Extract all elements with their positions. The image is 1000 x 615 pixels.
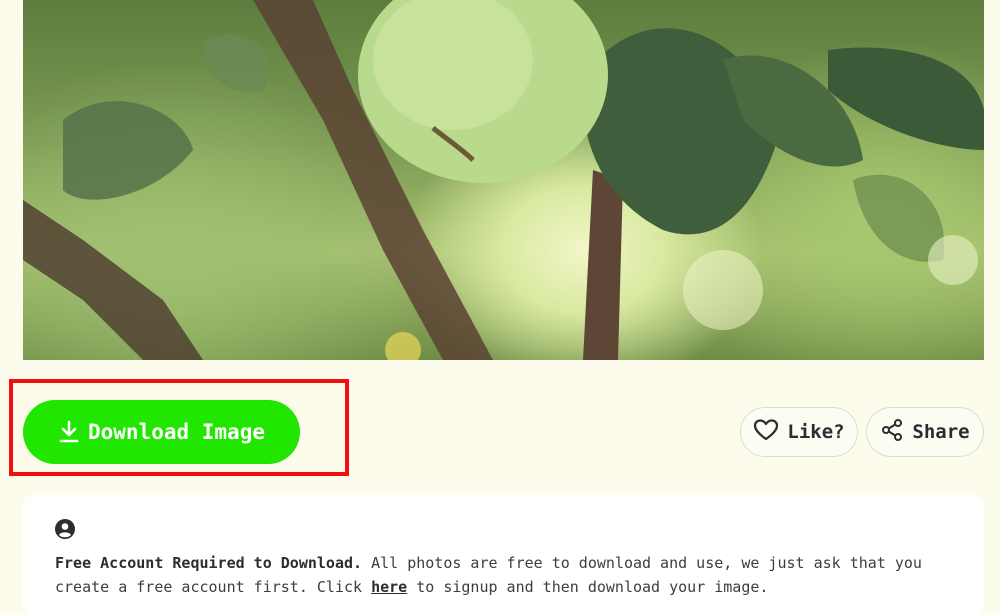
download-image-label: Download Image [87,420,265,444]
share-button[interactable]: Share [866,407,984,457]
account-notice-card: Free Account Required to Download. All p… [23,495,984,615]
share-label: Share [912,421,970,443]
heart-icon [753,418,779,447]
notice-title: Free Account Required to Download. [55,554,363,572]
notice-text-after: to signup and then download your image. [407,578,769,596]
apple-tree-image [23,0,984,360]
share-icon [880,418,904,447]
account-notice-text: Free Account Required to Download. All p… [55,551,955,599]
download-icon [58,420,80,444]
account-icon [55,519,75,543]
like-label: Like? [787,421,845,443]
download-image-button[interactable]: Download Image [23,400,300,464]
photo [23,0,984,360]
like-button[interactable]: Like? [740,407,858,457]
signup-link[interactable]: here [371,578,407,596]
